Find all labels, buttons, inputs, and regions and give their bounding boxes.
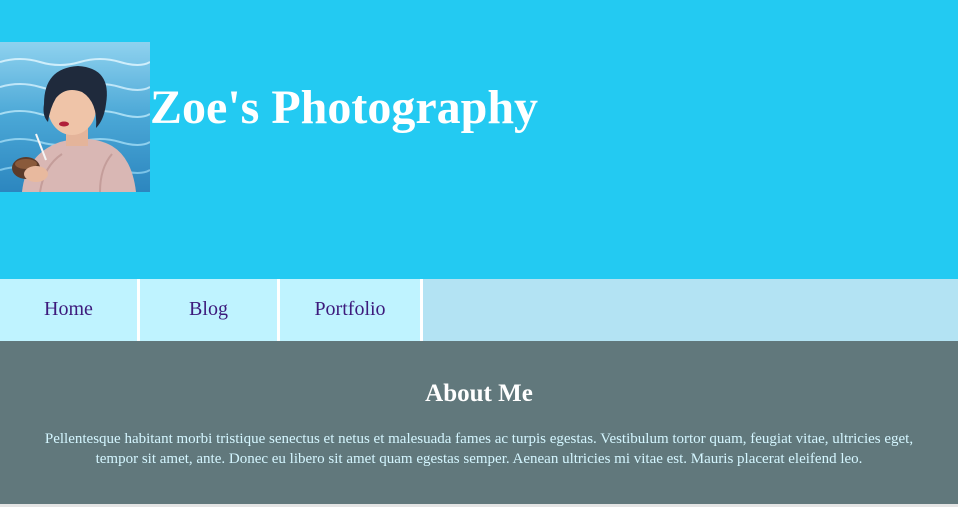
nav-item-blog-label: Blog <box>189 298 228 320</box>
about-text: Pellentesque habitant morbi tristique se… <box>44 431 914 467</box>
about-heading: About Me <box>425 380 533 407</box>
nav-item-home-label: Home <box>44 298 93 320</box>
nav-item-home[interactable]: Home <box>0 279 137 341</box>
nav-item-portfolio-label: Portfolio <box>314 298 386 320</box>
photo-illustration <box>0 42 150 192</box>
site-title: Zoe's Photography <box>150 81 539 134</box>
nav-item-portfolio[interactable]: Portfolio <box>280 279 420 341</box>
nav-item-blog[interactable]: Blog <box>140 279 277 341</box>
site-header: Zoe's Photography <box>0 0 958 279</box>
nav-divider <box>420 279 423 341</box>
about-section: About Me Pellentesque habitant morbi tri… <box>0 341 958 504</box>
profile-photo <box>0 42 150 192</box>
main-nav: Home Blog Portfolio <box>0 279 958 341</box>
